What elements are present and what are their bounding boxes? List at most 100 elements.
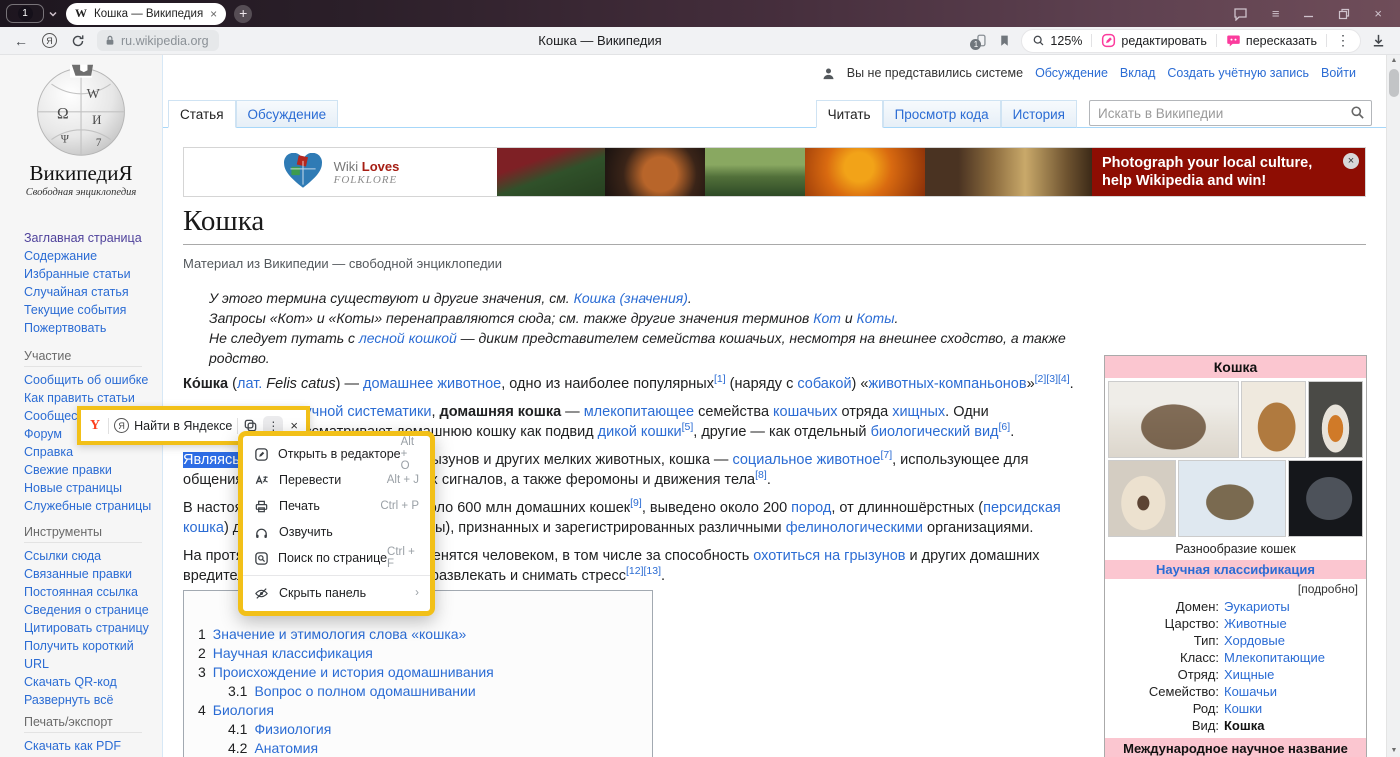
minimize-icon[interactable] [1303, 9, 1314, 19]
reload-icon[interactable] [71, 34, 85, 48]
bookmark-icon[interactable] [998, 33, 1011, 48]
sidebar-item-help[interactable]: Справка [24, 443, 154, 461]
yandex-logo-icon[interactable]: Y [87, 418, 103, 434]
sidebar-item-contents[interactable]: Содержание [24, 247, 154, 265]
cat-photo-tabby-snow[interactable] [1178, 460, 1286, 537]
more-options-icon[interactable]: ⋮ [1336, 32, 1350, 49]
browser-tab[interactable]: W Кошка — Википедия × [66, 3, 226, 25]
scrollbar-thumb[interactable] [1389, 69, 1399, 97]
search-icon[interactable] [1350, 105, 1365, 120]
sidebar-item-page-info[interactable]: Сведения о странице [24, 601, 154, 619]
cat-photo-grey[interactable] [1288, 460, 1363, 537]
retell-button[interactable]: пересказать [1226, 33, 1317, 48]
sidebar-item-cite-page[interactable]: Цитировать страницу [24, 619, 154, 637]
url-field[interactable]: ru.wikipedia.org [97, 30, 219, 51]
inline-link[interactable]: лесной кошкой [359, 330, 457, 346]
inline-link[interactable]: [6] [999, 421, 1011, 433]
inline-link[interactable]: социальное животное [732, 452, 880, 468]
cat-photo-abyssinian[interactable] [1241, 381, 1306, 458]
toc-item[interactable]: 2Научная классификация [184, 644, 652, 663]
zoom-control[interactable]: 125% [1032, 34, 1082, 48]
cat-photo-siamese[interactable] [1108, 460, 1176, 537]
devices-icon[interactable]: 1 [974, 33, 988, 48]
tab-read[interactable]: Читать [816, 100, 883, 128]
inline-link[interactable]: фелинологическими [786, 520, 923, 536]
sidebar-item-current-events[interactable]: Текущие события [24, 301, 154, 319]
close-icon[interactable]: × [1374, 6, 1382, 21]
sidebar-item-related-changes[interactable]: Связанные правки [24, 565, 154, 583]
inline-link[interactable]: млекопитающее [584, 404, 694, 420]
inline-link[interactable]: [2][3][4] [1035, 373, 1070, 385]
inline-link[interactable]: хищных [892, 404, 945, 420]
chevron-down-icon[interactable] [48, 9, 58, 19]
toc-item[interactable]: 1Значение и этимология слова «кошка» [184, 625, 652, 644]
wiki-search-input[interactable] [1089, 100, 1372, 126]
tab-panel-toggle-button[interactable]: 1 [6, 4, 44, 23]
tab-view-source[interactable]: Просмотр кода [883, 100, 1001, 128]
personal-link-contributions[interactable]: Вклад [1120, 66, 1156, 80]
menu-item-find-on-page[interactable]: Поиск по странице Ctrl + F [243, 545, 430, 571]
inline-link[interactable]: [9] [630, 497, 642, 509]
edit-in-editor-button[interactable]: редактировать [1101, 33, 1207, 48]
tab-article[interactable]: Статья [168, 100, 236, 128]
personal-link-talk[interactable]: Обсуждение [1035, 66, 1108, 80]
inline-link[interactable]: дикой кошки [598, 424, 682, 440]
personal-link-login[interactable]: Войти [1321, 66, 1356, 80]
sidebar-item-new-pages[interactable]: Новые страницы [24, 479, 154, 497]
tab-history[interactable]: История [1001, 100, 1077, 128]
toc-item[interactable]: 4Биология [184, 701, 652, 720]
menu-item-hide-panel[interactable]: Скрыть панель › [243, 580, 430, 606]
sidebar-item-donate[interactable]: Пожертвовать [24, 319, 154, 337]
sidebar-item-featured[interactable]: Избранные статьи [24, 265, 154, 283]
inline-link[interactable]: лат. [237, 376, 262, 392]
new-tab-button[interactable]: + [234, 5, 252, 23]
scrollbar-down-icon[interactable]: ▼ [1387, 745, 1400, 757]
inline-link[interactable]: [5] [682, 421, 694, 433]
inline-link[interactable]: охотиться на грызунов [753, 548, 905, 564]
menu-item-print[interactable]: Печать Ctrl + P [243, 493, 430, 519]
scrollbar-up-icon[interactable]: ▲ [1387, 55, 1400, 67]
chat-sidebar-icon[interactable] [1233, 7, 1248, 21]
download-icon[interactable] [1371, 33, 1386, 48]
wiki-loves-folklore-banner[interactable]: Wiki Loves FOLKLORE Photograph your loca… [183, 147, 1366, 197]
banner-close-icon[interactable]: × [1343, 153, 1359, 169]
inline-link[interactable]: пород [791, 500, 831, 516]
sidebar-item-recent-changes[interactable]: Свежие правки [24, 461, 154, 479]
inline-link[interactable]: [12][13] [626, 565, 661, 577]
wikipedia-logo[interactable]: Ω W И 7 Ψ ВикипедиЯ Свободная энциклопед… [0, 61, 162, 198]
personal-link-create-account[interactable]: Создать учётную запись [1167, 66, 1309, 80]
cat-photo-tabby-lying[interactable] [1108, 381, 1239, 458]
sidebar-item-how-to-edit[interactable]: Как править статьи [24, 389, 154, 407]
sidebar-item-special-pages[interactable]: Служебные страницы [24, 497, 154, 515]
tab-discussion[interactable]: Обсуждение [236, 100, 339, 128]
menu-item-open-in-editor[interactable]: Открыть в редакторе Alt + O [243, 441, 430, 467]
sidebar-item-short-url[interactable]: Получить короткий URL [24, 637, 154, 673]
sidebar-item-download-pdf[interactable]: Скачать как PDF [24, 737, 154, 755]
back-icon[interactable]: ← [14, 33, 28, 49]
inline-link[interactable]: Кошка (значения) [574, 290, 688, 306]
inline-link[interactable]: [8] [755, 469, 767, 481]
inline-link[interactable]: кошачьих [773, 404, 837, 420]
toc-item[interactable]: 3.1Вопрос о полном одомашнивании [184, 682, 652, 701]
menu-icon[interactable]: ≡ [1272, 6, 1280, 21]
toc-item[interactable]: 4.1Физиология [184, 720, 652, 739]
sidebar-item-random[interactable]: Случайная статья [24, 283, 154, 301]
cat-photo-ginger[interactable] [1308, 381, 1363, 458]
inline-link[interactable]: биологический вид [871, 424, 999, 440]
page-scrollbar[interactable]: ▲ ▼ [1386, 55, 1400, 757]
sidebar-item-expand-all[interactable]: Развернуть всё [24, 691, 154, 709]
find-in-yandex-button[interactable]: Найти в Яндексе [134, 419, 232, 433]
toc-item[interactable]: 3Происхождение и история одомашнивания [184, 663, 652, 682]
sidebar-item-main-page[interactable]: Заглавная страница [24, 229, 154, 247]
inline-link[interactable]: Коты [857, 310, 895, 326]
sidebar-item-permanent-link[interactable]: Постоянная ссылка [24, 583, 154, 601]
sidebar-item-qr-code[interactable]: Скачать QR-код [24, 673, 154, 691]
tab-close-icon[interactable]: × [210, 7, 217, 21]
inline-link[interactable]: [1] [714, 373, 726, 385]
sidebar-item-report-error[interactable]: Сообщить об ошибке [24, 371, 154, 389]
classification-detail-link[interactable]: [подробно] [1105, 579, 1366, 597]
menu-item-read-aloud[interactable]: Озвучить [243, 519, 430, 545]
inline-link[interactable]: [7] [880, 449, 892, 461]
inline-link[interactable]: домашнее животное [363, 376, 501, 392]
yandex-search-icon[interactable]: Я [42, 33, 57, 48]
